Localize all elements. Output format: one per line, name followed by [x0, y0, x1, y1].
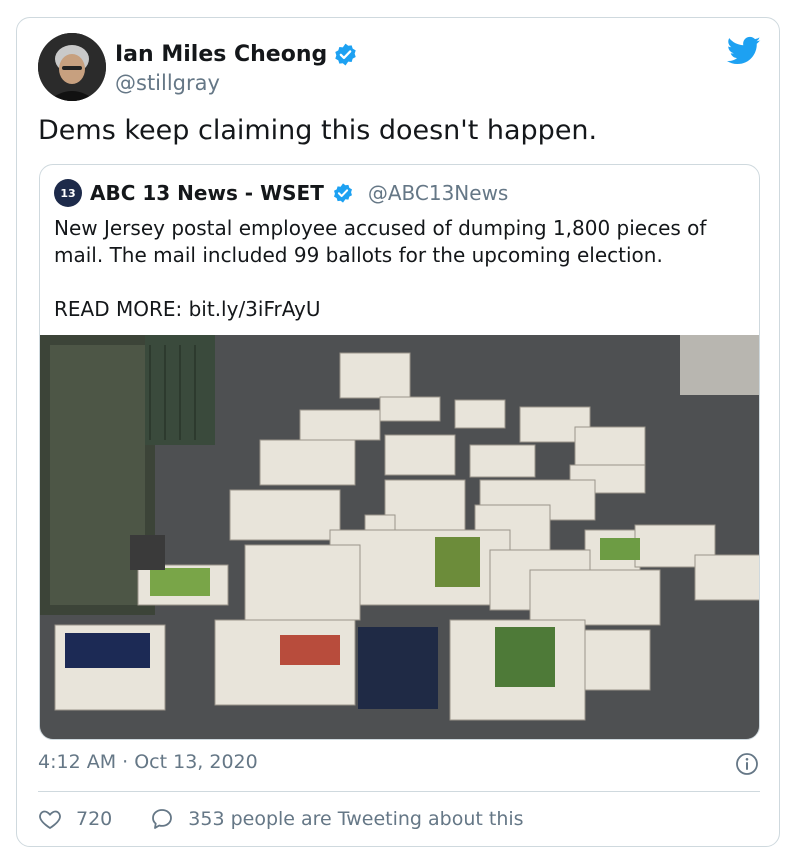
- tweet-actions: 720 353 people are Tweeting about this: [38, 807, 524, 831]
- speech-bubble-icon: [152, 809, 173, 829]
- quoted-tweet[interactable]: 13 ABC 13 News - WSET @ABC13News New Jer…: [39, 164, 760, 740]
- like-action[interactable]: 720: [38, 807, 112, 831]
- verified-badge-icon: [335, 43, 356, 66]
- quoted-logo-text: 13: [60, 186, 76, 200]
- divider: [38, 791, 760, 792]
- quoted-author-handle[interactable]: @ABC13News: [368, 181, 509, 205]
- tweet-timestamp[interactable]: 4:12 AM · Oct 13, 2020: [38, 751, 258, 773]
- tweeting-about-text: 353 people are Tweeting about this: [188, 808, 524, 830]
- author-handle[interactable]: @stillgray: [115, 71, 220, 95]
- verified-badge-icon: [333, 183, 352, 203]
- read-more-link[interactable]: READ MORE: bit.ly/3iFrAyU: [54, 296, 744, 323]
- conversation-action[interactable]: 353 people are Tweeting about this: [150, 807, 524, 831]
- author-avatar[interactable]: [38, 33, 106, 101]
- quoted-author-name[interactable]: ABC 13 News - WSET: [90, 181, 324, 205]
- author-name[interactable]: Ian Miles Cheong: [115, 42, 327, 67]
- tweet-text: Dems keep claiming this doesn't happen.: [38, 115, 598, 146]
- quoted-avatar[interactable]: 13: [54, 179, 82, 207]
- info-icon[interactable]: [735, 752, 759, 776]
- news-photo[interactable]: [40, 335, 760, 740]
- author-name-row[interactable]: Ian Miles Cheong: [115, 42, 358, 67]
- heart-icon: [39, 810, 61, 830]
- twitter-bird-icon[interactable]: [727, 36, 761, 66]
- quoted-text-block: New Jersey postal employee accused of du…: [54, 215, 744, 323]
- quoted-text: New Jersey postal employee accused of du…: [54, 216, 707, 267]
- avatar-portrait: [38, 33, 106, 101]
- like-count: 720: [76, 808, 113, 830]
- tweet-card: Ian Miles Cheong @stillgray Dems keep cl…: [16, 17, 780, 847]
- quoted-header: 13 ABC 13 News - WSET @ABC13News: [54, 179, 508, 207]
